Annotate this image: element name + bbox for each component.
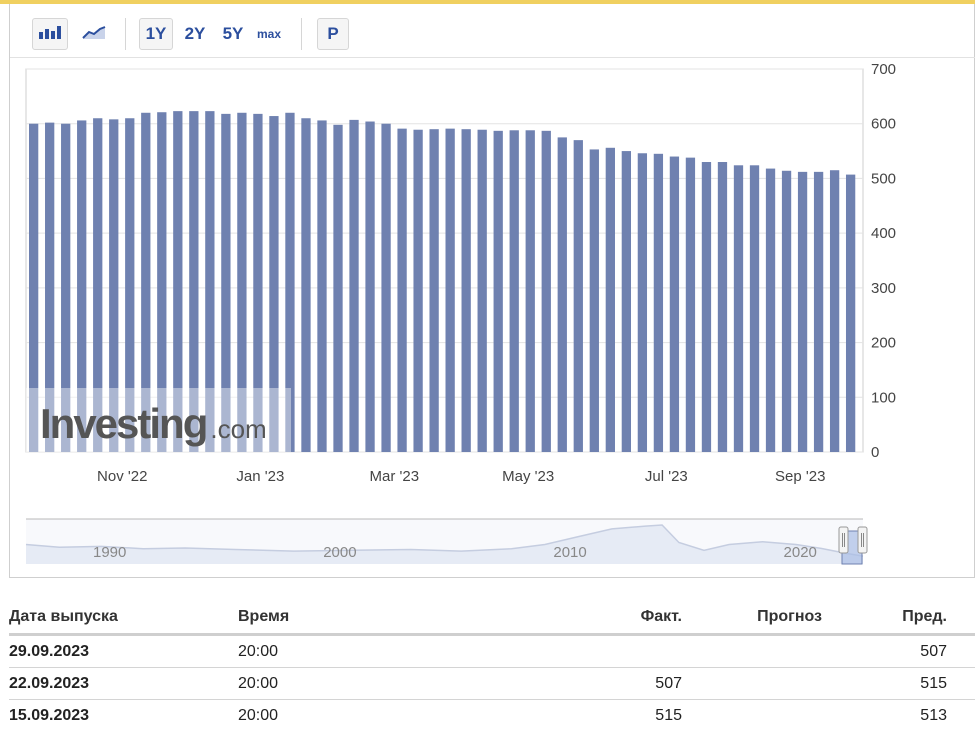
bar[interactable] xyxy=(605,147,615,452)
bar[interactable] xyxy=(637,153,648,452)
x-tick-label: Jul '23 xyxy=(645,468,688,485)
y-tick-label: 400 xyxy=(871,225,896,242)
bar[interactable] xyxy=(733,165,744,452)
bar[interactable] xyxy=(301,118,311,452)
y-tick-label: 0 xyxy=(871,444,879,461)
row-time: 20:00 xyxy=(238,642,279,660)
table-row: 22.09.2023 20:00 507 515 xyxy=(9,668,975,700)
bar[interactable] xyxy=(317,120,327,452)
col-header-date: Дата выпуска xyxy=(9,607,118,625)
x-tick-label: May '23 xyxy=(502,468,554,485)
row-date: 29.09.2023 xyxy=(9,642,90,660)
bar[interactable] xyxy=(813,171,824,452)
table-row: 29.09.2023 20:00 507 xyxy=(9,636,975,668)
row-date: 15.09.2023 xyxy=(9,706,90,724)
bar[interactable] xyxy=(829,170,840,452)
x-tick-label: Nov '22 xyxy=(97,468,147,485)
bar[interactable] xyxy=(765,168,776,452)
x-tick-label: Jan '23 xyxy=(236,468,284,485)
col-header-previous: Пред. xyxy=(902,607,947,625)
bar[interactable] xyxy=(381,123,391,452)
col-header-actual: Факт. xyxy=(640,607,682,625)
row-previous: 513 xyxy=(920,706,947,724)
bar[interactable] xyxy=(429,129,439,452)
navigator-year-label: 2010 xyxy=(553,544,586,561)
bar[interactable] xyxy=(653,153,664,453)
bar[interactable] xyxy=(445,128,455,452)
bar[interactable] xyxy=(397,128,407,452)
row-time: 20:00 xyxy=(238,706,279,724)
watermark-logo: Investing .com xyxy=(26,388,291,452)
y-tick-label: 700 xyxy=(871,61,896,78)
y-tick-label: 200 xyxy=(871,335,896,352)
bar[interactable] xyxy=(573,140,583,452)
bar[interactable] xyxy=(461,129,471,452)
navigator-right-handle[interactable] xyxy=(857,526,868,554)
bar[interactable] xyxy=(797,171,808,452)
row-date: 22.09.2023 xyxy=(9,674,90,692)
navigator-left-handle[interactable] xyxy=(838,526,849,554)
bar[interactable] xyxy=(493,130,503,452)
table-row: 15.09.2023 20:00 515 513 xyxy=(9,700,975,730)
table-header: Дата выпуска Время Факт. Прогноз Пред. xyxy=(9,600,975,636)
row-actual: 515 xyxy=(655,706,682,724)
navigator-year-label: 2020 xyxy=(784,544,817,561)
bar[interactable] xyxy=(365,121,375,453)
bar[interactable] xyxy=(333,124,343,453)
bar[interactable] xyxy=(845,174,856,452)
bar[interactable] xyxy=(717,162,728,452)
bar[interactable] xyxy=(781,170,792,453)
y-tick-label: 600 xyxy=(871,116,896,133)
row-time: 20:00 xyxy=(238,674,279,692)
bar[interactable] xyxy=(589,149,599,452)
bar[interactable] xyxy=(685,157,696,452)
navigator-year-label: 1990 xyxy=(93,544,126,561)
x-tick-label: Mar '23 xyxy=(369,468,419,485)
y-tick-label: 100 xyxy=(871,389,896,406)
bar[interactable] xyxy=(477,129,487,452)
bar[interactable] xyxy=(749,165,760,452)
bar[interactable] xyxy=(349,119,359,453)
bar-chart: 0 100 200 300 400 500 600 700 Investing .com Nov '… xyxy=(25,61,896,565)
bar[interactable] xyxy=(509,130,519,452)
bar[interactable] xyxy=(621,151,632,453)
col-header-time: Время xyxy=(238,607,290,625)
bar[interactable] xyxy=(669,156,680,453)
y-tick-label: 500 xyxy=(871,170,896,187)
bar[interactable] xyxy=(701,162,712,452)
col-header-forecast: Прогноз xyxy=(757,607,822,625)
x-tick-label: Sep '23 xyxy=(775,468,825,485)
row-previous: 515 xyxy=(920,674,947,692)
bar[interactable] xyxy=(541,130,551,452)
row-actual: 507 xyxy=(655,674,682,692)
bar[interactable] xyxy=(557,137,567,452)
chart-panel: 1Y 2Y 5Y max P 0 100 200 300 400 500 600 700 Inv… xyxy=(9,4,975,578)
y-tick-label: 300 xyxy=(871,280,896,297)
bar[interactable] xyxy=(413,129,423,452)
history-table: Дата выпуска Время Факт. Прогноз Пред. 2… xyxy=(9,600,975,730)
row-previous: 507 xyxy=(920,642,947,660)
bar[interactable] xyxy=(525,130,535,452)
navigator-year-label: 2000 xyxy=(323,544,356,561)
